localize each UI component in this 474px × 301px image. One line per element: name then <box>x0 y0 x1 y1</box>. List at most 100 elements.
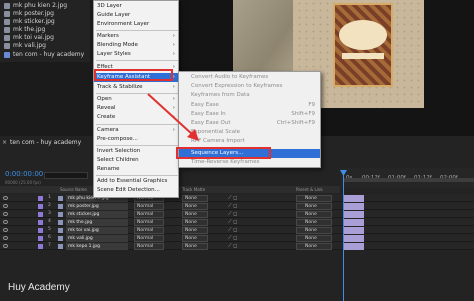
menu-item-invert-selection[interactable]: Invert Selection <box>94 147 178 156</box>
close-icon[interactable]: × <box>2 139 7 146</box>
layer-name[interactable]: mk toi vai.jpg <box>66 226 128 234</box>
parent-dropdown[interactable]: None <box>296 218 332 226</box>
layer-duration-bar[interactable] <box>344 226 364 234</box>
submenu-item-time-reverse-keyframes[interactable]: Time-Reverse Keyframes <box>179 158 320 167</box>
eye-icon[interactable] <box>3 228 8 232</box>
layer-row[interactable]: 5 mk toi vai.jpg Normal None ⟋ ◻ None <box>0 226 474 234</box>
timeline-tab[interactable]: × ten com - huy academy <box>2 139 81 148</box>
layer-duration-bar[interactable] <box>344 234 364 242</box>
layer-switches[interactable]: ⟋ ◻ <box>228 203 237 209</box>
submenu-item-easy-ease-in[interactable]: Easy Ease In Shift+F9 <box>179 110 320 119</box>
layer-row[interactable]: 7 mk kepo 1.jpg Normal None ⟋ ◻ None <box>0 242 474 250</box>
project-item[interactable]: mk vali.jpg <box>4 41 46 50</box>
blend-mode-dropdown[interactable]: Normal <box>134 234 164 242</box>
submenu-item-convert-audio[interactable]: Convert Audio to Keyframes <box>179 73 320 82</box>
track-matte-dropdown[interactable]: None <box>182 202 208 210</box>
submenu-item-convert-expression[interactable]: Convert Expression to Keyframes <box>179 82 320 91</box>
eye-icon[interactable] <box>3 236 8 240</box>
eye-icon[interactable] <box>3 244 8 248</box>
submenu-item-easy-ease-out[interactable]: Easy Ease Out Ctrl+Shift+F9 <box>179 119 320 128</box>
menu-item-guide-layer[interactable]: Guide Layer <box>94 11 178 20</box>
blend-mode-dropdown[interactable]: Normal <box>134 210 164 218</box>
label-color-swatch[interactable] <box>38 212 43 217</box>
parent-dropdown[interactable]: None <box>296 202 332 210</box>
layer-duration-bar[interactable] <box>344 218 364 226</box>
layer-name[interactable]: mk poster.jpg <box>66 202 128 210</box>
layer-switches[interactable]: ⟋ ◻ <box>228 235 237 241</box>
menu-item-reveal[interactable]: Reveal › <box>94 104 178 113</box>
submenu-item-exponential-scale[interactable]: Exponential Scale <box>179 128 320 137</box>
parent-dropdown[interactable]: None <box>296 242 332 250</box>
layer-duration-bar[interactable] <box>344 242 364 250</box>
label-color-swatch[interactable] <box>38 196 43 201</box>
label-color-swatch[interactable] <box>38 236 43 241</box>
menu-item-camera[interactable]: Camera › <box>94 126 178 135</box>
eye-icon[interactable] <box>3 204 8 208</box>
layer-duration-bar[interactable] <box>344 210 364 218</box>
label-color-swatch[interactable] <box>38 204 43 209</box>
submenu-arrow-icon: › <box>172 84 175 90</box>
menu-item-select-children[interactable]: Select Children <box>94 156 178 165</box>
layer-row[interactable]: 3 mk sticker.jpg Normal None ⟋ ◻ None <box>0 210 474 218</box>
playhead-line[interactable] <box>343 170 344 301</box>
eye-icon[interactable] <box>3 220 8 224</box>
layer-name[interactable]: mk sticker.jpg <box>66 210 128 218</box>
parent-dropdown[interactable]: None <box>296 210 332 218</box>
menu-item-pre-compose[interactable]: Pre-compose... <box>94 135 178 144</box>
layer-row[interactable]: 2 mk poster.jpg Normal None ⟋ ◻ None <box>0 202 474 210</box>
menu-card-title-graphic <box>339 20 387 50</box>
blend-mode-dropdown[interactable]: Normal <box>134 242 164 250</box>
track-matte-dropdown[interactable]: None <box>182 218 208 226</box>
track-matte-dropdown[interactable]: None <box>182 210 208 218</box>
label-color-swatch[interactable] <box>38 220 43 225</box>
submenu-item-easy-ease[interactable]: Easy Ease F9 <box>179 101 320 110</box>
layer-duration-bar[interactable] <box>344 202 364 210</box>
blend-mode-dropdown[interactable]: Normal <box>134 202 164 210</box>
label-color-swatch[interactable] <box>38 244 43 249</box>
layer-row[interactable]: 1 mk phu kien 2.jpg Normal None ⟋ ◻ None <box>0 194 474 202</box>
track-matte-dropdown[interactable]: None <box>182 226 208 234</box>
menu-item-3d-layer[interactable]: 3D Layer <box>94 2 178 11</box>
timeline-search-input[interactable] <box>44 172 88 179</box>
menu-item-create[interactable]: Create › <box>94 113 178 122</box>
work-area-bar[interactable] <box>344 178 474 182</box>
layer-row[interactable]: 6 mk vali.jpg Normal None ⟋ ◻ None <box>0 234 474 242</box>
eye-icon[interactable] <box>3 212 8 216</box>
layer-name[interactable]: mk the.jpg <box>66 218 128 226</box>
layer-switches[interactable]: ⟋ ◻ <box>228 195 237 201</box>
layer-switches[interactable]: ⟋ ◻ <box>228 243 237 249</box>
layer-duration-bar[interactable] <box>344 194 364 202</box>
menu-item-rename[interactable]: Rename <box>94 165 178 174</box>
track-matte-dropdown[interactable]: None <box>182 234 208 242</box>
track-matte-dropdown[interactable]: None <box>182 194 208 202</box>
submenu-item-rpf-camera-import[interactable]: RPF Camera Import <box>179 137 320 146</box>
layer-name[interactable]: mk kepo 1.jpg <box>66 242 128 250</box>
layer-row[interactable]: 4 mk the.jpg Normal None ⟋ ◻ None <box>0 218 474 226</box>
parent-dropdown[interactable]: None <box>296 234 332 242</box>
layer-switches[interactable]: ⟋ ◻ <box>228 211 237 217</box>
layer-switches[interactable]: ⟋ ◻ <box>228 227 237 233</box>
menu-item-scene-edit-detection[interactable]: Scene Edit Detection... <box>94 186 178 195</box>
menu-item-layer-styles[interactable]: Layer Styles › <box>94 50 178 59</box>
menu-item-environment-layer[interactable]: Environment Layer <box>94 20 178 29</box>
parent-dropdown[interactable]: None <box>296 194 332 202</box>
track-matte-dropdown[interactable]: None <box>182 242 208 250</box>
menu-item-markers[interactable]: Markers › <box>94 32 178 41</box>
blend-mode-dropdown[interactable]: Normal <box>134 218 164 226</box>
menu-item-track-stabilize[interactable]: Track & Stabilize › <box>94 83 178 92</box>
timecode-display[interactable]: 0:00:00:00 <box>5 170 43 178</box>
eye-icon[interactable] <box>3 196 8 200</box>
project-item-composition[interactable]: ten com - huy academy <box>4 50 84 59</box>
menu-item-blending-mode[interactable]: Blending Mode › <box>94 41 178 50</box>
layer-switches[interactable]: ⟋ ◻ <box>228 219 237 225</box>
submenu-item-keyframes-from-data[interactable]: Keyframes from Data <box>179 91 320 100</box>
menu-item-open[interactable]: Open › <box>94 95 178 104</box>
menu-item-add-essential-graphics[interactable]: Add to Essential Graphics <box>94 177 178 186</box>
image-file-icon <box>4 18 10 25</box>
label-color-swatch[interactable] <box>38 228 43 233</box>
image-file-icon <box>58 219 63 225</box>
blend-mode-dropdown[interactable]: Normal <box>134 226 164 234</box>
submenu-arrow-icon: › <box>172 42 175 48</box>
parent-dropdown[interactable]: None <box>296 226 332 234</box>
layer-name[interactable]: mk vali.jpg <box>66 234 128 242</box>
